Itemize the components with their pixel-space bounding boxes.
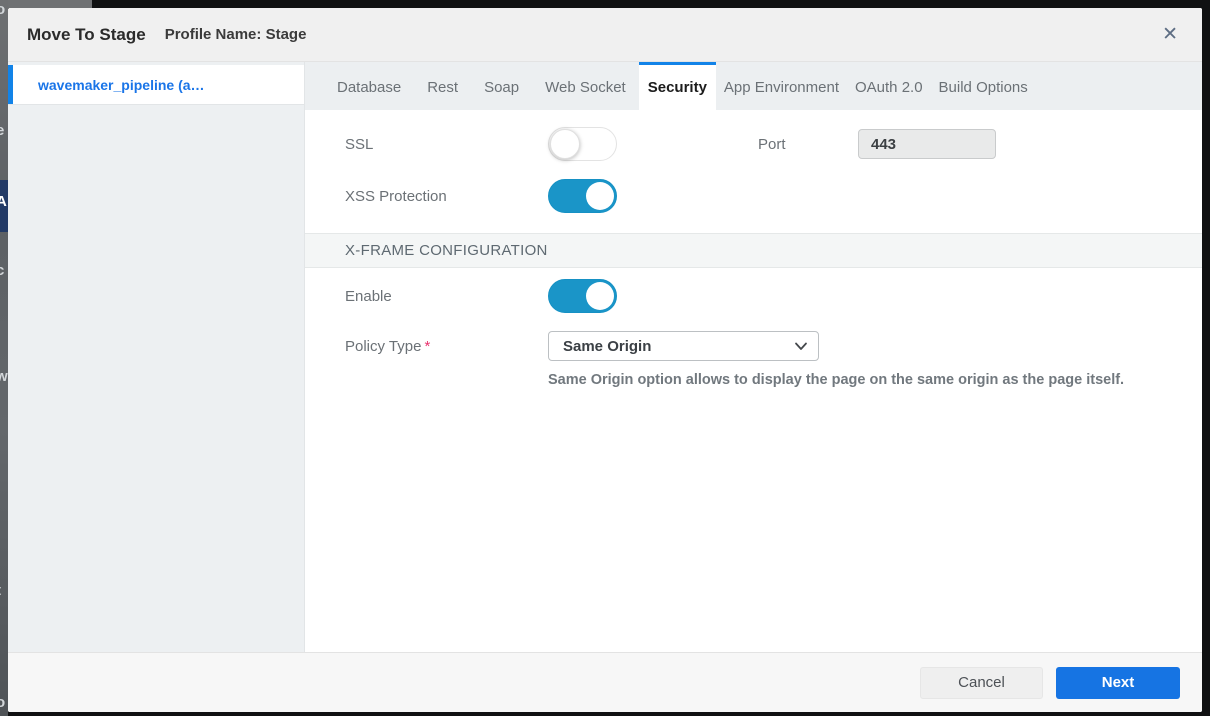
chevron-down-icon xyxy=(794,339,808,353)
port-input[interactable] xyxy=(858,129,996,159)
ssl-label: SSL xyxy=(345,136,548,153)
dialog-body: wavemaker_pipeline (a… Database Rest Soa… xyxy=(8,62,1202,652)
enable-row: Enable xyxy=(345,279,1172,313)
port-label: Port xyxy=(758,136,858,153)
enable-label: Enable xyxy=(345,288,548,305)
dialog-footer: Cancel Next xyxy=(8,652,1202,712)
selected-accent-bar xyxy=(8,65,13,104)
background-app-top xyxy=(0,0,92,8)
xframe-section-title: X-FRAME CONFIGURATION xyxy=(345,242,548,259)
next-button[interactable]: Next xyxy=(1056,667,1180,699)
move-to-stage-dialog: Move To Stage Profile Name: Stage ✕ wave… xyxy=(8,8,1202,712)
cancel-button[interactable]: Cancel xyxy=(920,667,1043,699)
tab-web-socket[interactable]: Web Socket xyxy=(532,62,639,110)
policy-type-field: Same Origin Same Origin option allows to… xyxy=(548,331,1124,388)
security-panel: SSL Port XSS Protection xyxy=(305,110,1202,233)
xss-protection-label: XSS Protection xyxy=(345,188,548,205)
profile-tabs: Database Rest Soap Web Socket Security A… xyxy=(305,62,1202,110)
sidebar-item-pipeline[interactable]: wavemaker_pipeline (a… xyxy=(8,65,304,105)
background-app-strip: o e A c w t o xyxy=(0,0,8,716)
background-text-fragment: t xyxy=(0,582,1,599)
xframe-panel: Enable Policy Type* Same Origin xyxy=(305,268,1202,388)
tab-app-environment[interactable]: App Environment xyxy=(716,62,847,110)
policy-type-label: Policy Type* xyxy=(345,331,548,355)
toggle-knob xyxy=(550,129,580,159)
required-marker: * xyxy=(424,338,430,355)
policy-type-label-text: Policy Type xyxy=(345,338,421,355)
policy-help-text: Same Origin option allows to display the… xyxy=(548,372,1124,388)
xframe-section-header: X-FRAME CONFIGURATION xyxy=(305,233,1202,268)
sidebar-item-label: wavemaker_pipeline (a… xyxy=(8,77,205,93)
background-text-fragment: c xyxy=(0,262,4,279)
tab-build-options[interactable]: Build Options xyxy=(931,62,1036,110)
policy-type-select[interactable]: Same Origin xyxy=(548,331,819,361)
profile-name-label: Profile Name: Stage xyxy=(165,26,307,43)
background-text-fragment: e xyxy=(0,122,4,139)
pipeline-sidebar: wavemaker_pipeline (a… xyxy=(8,62,305,652)
policy-type-row: Policy Type* Same Origin Same Origin opt… xyxy=(345,331,1172,388)
policy-type-value: Same Origin xyxy=(563,338,794,355)
screen: o e A c w t o Move To Stage Profile Name… xyxy=(0,0,1210,716)
tab-soap[interactable]: Soap xyxy=(471,62,532,110)
tab-database[interactable]: Database xyxy=(324,62,414,110)
ssl-row: SSL Port xyxy=(345,127,1172,161)
xss-protection-toggle[interactable] xyxy=(548,179,617,213)
close-icon[interactable]: ✕ xyxy=(1162,25,1178,44)
tab-oauth[interactable]: OAuth 2.0 xyxy=(847,62,931,110)
xss-row: XSS Protection xyxy=(345,179,1172,213)
tab-panel-area: Database Rest Soap Web Socket Security A… xyxy=(305,62,1202,652)
xframe-enable-toggle[interactable] xyxy=(548,279,617,313)
toggle-knob xyxy=(586,282,614,310)
background-text-fragment: w xyxy=(0,368,8,385)
background-text-fragment: o xyxy=(0,694,5,711)
dialog-title: Move To Stage xyxy=(27,25,146,45)
toggle-knob xyxy=(586,182,614,210)
tab-rest[interactable]: Rest xyxy=(414,62,471,110)
background-text-fragment: o xyxy=(0,1,5,18)
tab-security[interactable]: Security xyxy=(639,62,716,110)
background-text-fragment: A xyxy=(0,193,7,210)
dialog-header: Move To Stage Profile Name: Stage ✕ xyxy=(8,8,1202,62)
ssl-toggle[interactable] xyxy=(548,127,617,161)
